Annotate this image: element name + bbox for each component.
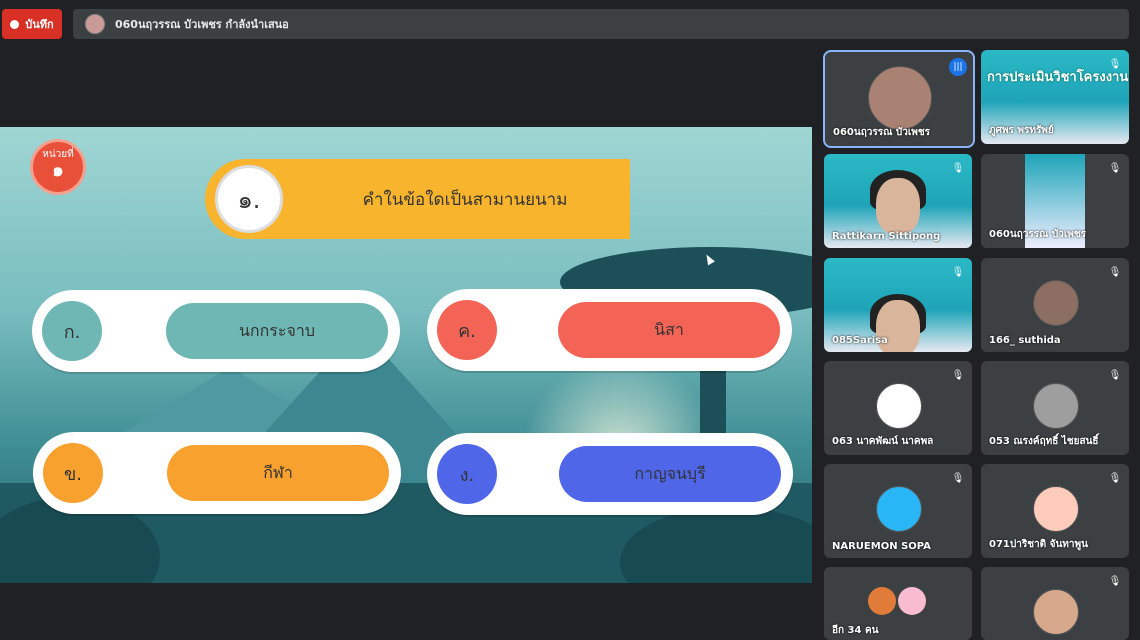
participant-name: ภูศพร พรทรัพย์ — [989, 125, 1054, 136]
more-participants-label: อีก 34 คน — [832, 625, 879, 636]
more-participants-tile[interactable]: อีก 34 คน — [824, 567, 972, 640]
presenter-text: 060นฤวรรณ บัวเพชร กำลังนำเสนอ — [115, 18, 289, 31]
mic-off-icon: 🎙 — [951, 472, 965, 484]
choice-letter: ค. — [437, 300, 497, 360]
participant-tile[interactable]: การประเมินวิชาโครงงาน 🎙 ภูศพร พรทรัพย์ — [981, 50, 1129, 144]
choice-kho-khwai[interactable]: ค. นิสา — [427, 289, 792, 371]
mic-off-icon: 🎙 — [951, 369, 965, 381]
choice-text: กาญจนบุรี — [559, 446, 781, 502]
participant-tile[interactable]: 🎙 063 นาคพัฒน์ นาคพล — [824, 361, 972, 455]
choice-letter: ก. — [42, 301, 102, 361]
participant-tile[interactable]: 🎙 Rattikarn Sittipong — [824, 154, 972, 248]
mic-off-icon: 🎙 — [1108, 575, 1122, 587]
participant-name: NARUEMON SOPA — [832, 541, 931, 552]
record-label: บันทึก — [25, 18, 54, 31]
record-icon — [10, 19, 20, 29]
participant-name: 060นฤวรรณ บัวเพชร — [833, 127, 931, 138]
participant-avatar — [1033, 589, 1079, 635]
question-box: ๑. คำในข้อใดเป็นสามานยนาม — [205, 159, 630, 239]
choice-kho-khai[interactable]: ข. กีฬา — [33, 432, 401, 514]
participant-tile[interactable]: 🎙 053 ณรงค์ฤทธิ์ ไชยสนธิ์ — [981, 361, 1129, 455]
mic-off-icon: 🎙 — [1108, 58, 1122, 70]
more-participants-avatars — [868, 587, 926, 615]
video-person-face — [876, 178, 920, 234]
unit-number: ๑ — [52, 160, 64, 181]
participant-name: 060นฤวรรณ บัวเพชร — [989, 229, 1087, 240]
participant-avatar — [876, 383, 922, 429]
participant-avatar — [868, 66, 932, 130]
participant-tile[interactable]: 🎙 — [981, 567, 1129, 640]
participant-tile[interactable]: 🎙 085Sarisa — [824, 258, 972, 352]
mic-off-icon: 🎙 — [1108, 472, 1122, 484]
mic-off-icon: 🎙 — [1108, 266, 1122, 278]
participant-name: 063 นาคพัฒน์ นาคพล — [832, 436, 934, 447]
mic-off-icon: 🎙 — [951, 162, 965, 174]
participant-name: 053 ณรงค์ฤทธิ์ ไชยสนธิ์ — [989, 436, 1099, 447]
mic-off-icon: 🎙 — [1108, 369, 1122, 381]
participant-tile[interactable]: 🎙 166_ suthida — [981, 258, 1129, 352]
participant-tile[interactable]: 🎙 060นฤวรรณ บัวเพชร — [981, 154, 1129, 248]
presentation-slide: หน่วยที่ ๑ ๑. คำในข้อใดเป็นสามานยนาม ก. … — [0, 127, 812, 583]
mic-off-icon: 🎙 — [951, 266, 965, 278]
record-button[interactable]: บันทึก — [2, 9, 62, 39]
unit-badge: หน่วยที่ ๑ — [30, 139, 86, 195]
participant-name: 166_ suthida — [989, 335, 1061, 346]
question-number: ๑. — [215, 165, 283, 233]
question-text: คำในข้อใดเป็นสามานยนาม — [362, 189, 568, 210]
participant-tile[interactable]: 🎙 NARUEMON SOPA — [824, 464, 972, 558]
participant-name: 085Sarisa — [832, 335, 888, 346]
participant-name: 071ปาริชาติ จันทาพูน — [989, 539, 1088, 550]
participant-avatar — [1033, 486, 1079, 532]
choice-letter: ง. — [437, 444, 497, 504]
participant-name: Rattikarn Sittipong — [832, 231, 941, 242]
participant-avatar — [1033, 383, 1079, 429]
participant-tile[interactable]: 🎙 071ปาริชาติ จันทาพูน — [981, 464, 1129, 558]
presenter-banner: 060นฤวรรณ บัวเพชร กำลังนำเสนอ — [73, 9, 1129, 39]
choice-text: นกกระจาบ — [166, 303, 388, 359]
participant-tile[interactable]: ||| 060นฤวรรณ บัวเพชร — [823, 50, 975, 148]
choice-text: กีฬา — [167, 445, 389, 501]
participant-avatar — [1033, 280, 1079, 326]
choice-ngo[interactable]: ง. กาญจนบุรี — [427, 433, 793, 515]
choice-ko[interactable]: ก. นกกระจาบ — [32, 290, 400, 372]
choice-text: นิสา — [558, 302, 780, 358]
speaking-indicator-icon: ||| — [949, 58, 967, 76]
participant-avatar — [876, 486, 922, 532]
presenter-avatar — [85, 14, 105, 34]
mic-off-icon: 🎙 — [1108, 162, 1122, 174]
choice-letter: ข. — [43, 443, 103, 503]
